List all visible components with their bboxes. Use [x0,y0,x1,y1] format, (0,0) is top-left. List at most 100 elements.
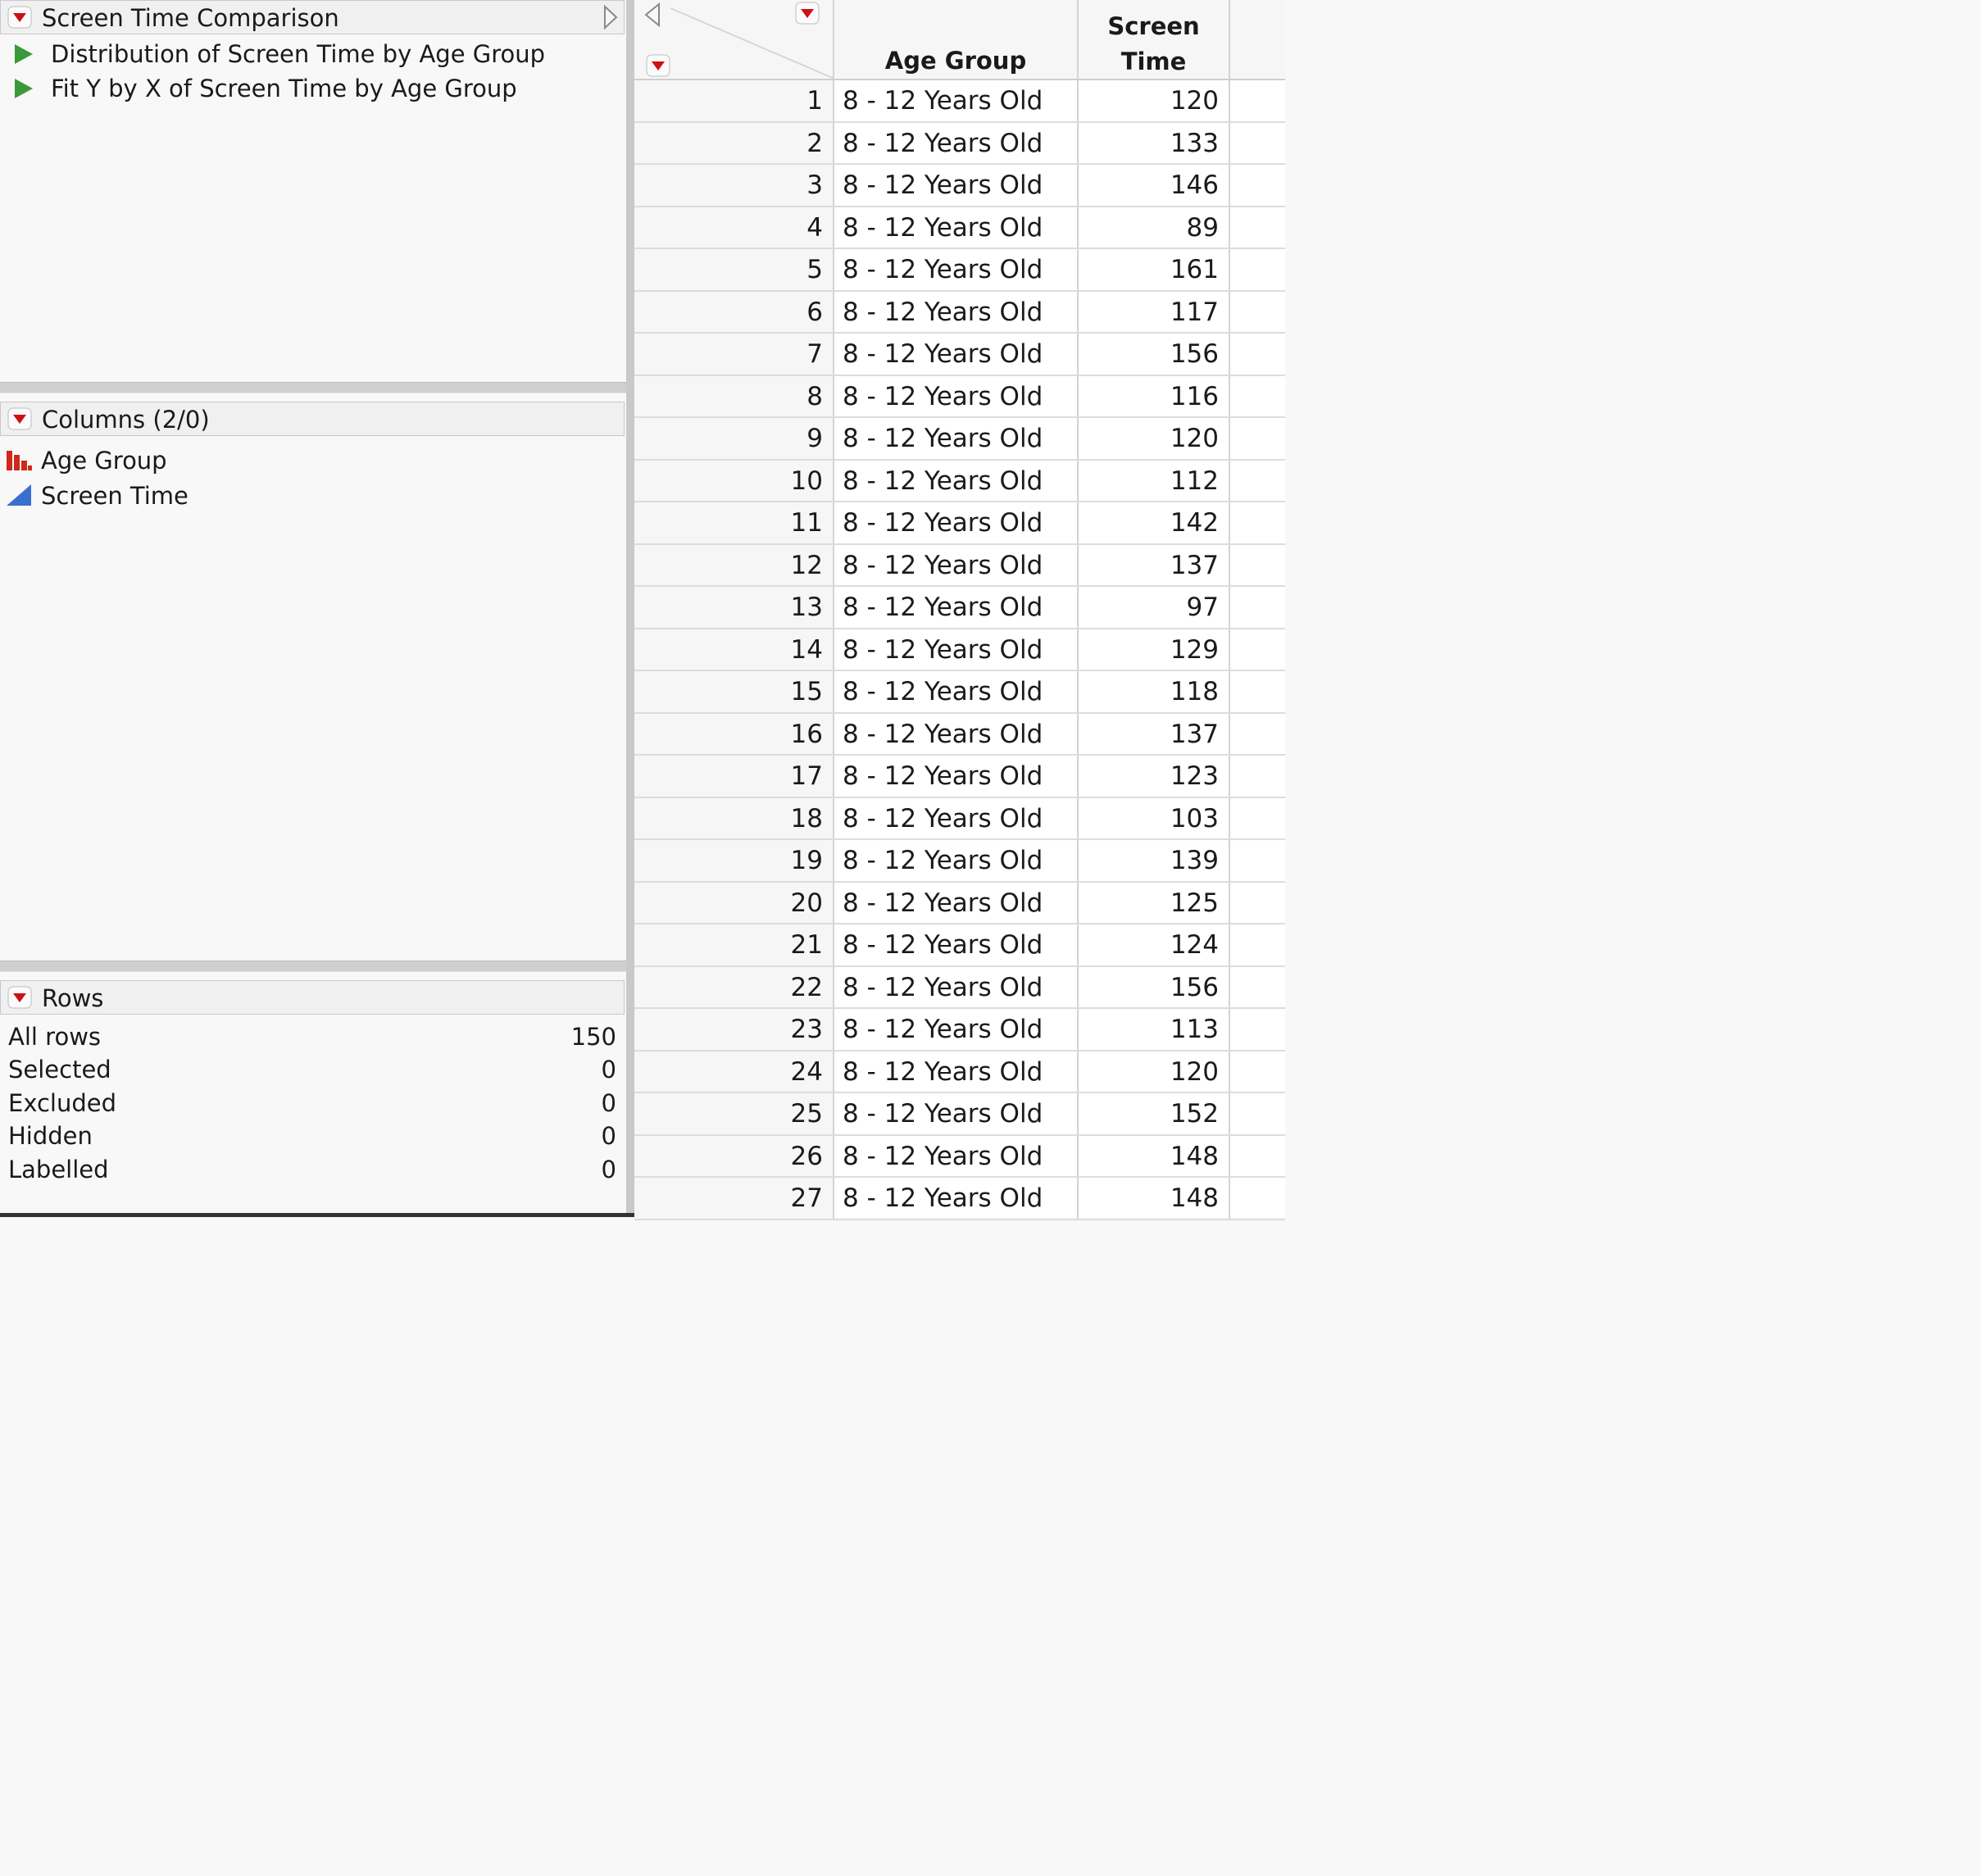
cell-screen-time[interactable]: 89 [1079,207,1230,248]
table-row[interactable]: 20 8 - 12 Years Old 125 [634,882,1285,924]
cell-age-group[interactable]: 8 - 12 Years Old [834,629,1079,670]
cell-screen-time[interactable]: 152 [1079,1093,1230,1134]
table-row[interactable]: 12 8 - 12 Years Old 137 [634,544,1285,587]
cell-screen-time[interactable]: 123 [1079,756,1230,797]
row-number[interactable]: 8 [634,375,834,416]
cell-screen-time[interactable]: 97 [1079,587,1230,628]
table-row[interactable]: 28 - 12 Years Old 133 [634,122,1285,165]
cell-age-group[interactable]: 8 - 12 Years Old [834,291,1079,332]
table-row[interactable]: 18 8 - 12 Years Old 103 [634,797,1285,840]
cell-age-group[interactable]: 8 - 12 Years Old [834,1009,1079,1050]
cell-screen-time[interactable]: 156 [1079,966,1230,1007]
columns-menu-red-triangle-icon[interactable] [7,407,32,430]
column-header-screen-time[interactable]: Screen Time [1079,0,1230,80]
table-menu-red-triangle-icon[interactable] [7,6,32,29]
cell-screen-time[interactable]: 120 [1079,80,1230,121]
panel-divider[interactable] [626,0,634,1217]
cell-screen-time[interactable]: 133 [1079,122,1230,163]
cell-screen-time[interactable]: 118 [1079,671,1230,712]
cell-screen-time[interactable]: 129 [1079,629,1230,670]
cell-screen-time[interactable]: 112 [1079,460,1230,501]
run-script-icon[interactable] [11,43,34,66]
cell-age-group[interactable]: 8 - 12 Years Old [834,840,1079,881]
cell-screen-time[interactable]: 120 [1079,1051,1230,1092]
cell-age-group[interactable]: 8 - 12 Years Old [834,756,1079,797]
row-number[interactable]: 21 [634,924,834,965]
cell-screen-time[interactable]: 137 [1079,713,1230,754]
cell-age-group[interactable]: 8 - 12 Years Old [834,587,1079,628]
columns-select-red-triangle-icon[interactable] [795,2,820,25]
cell-age-group[interactable]: 8 - 12 Years Old [834,1178,1079,1219]
column-header-age-group[interactable]: Age Group [834,0,1079,80]
cell-age-group[interactable]: 8 - 12 Years Old [834,1135,1079,1176]
table-row[interactable]: 11 8 - 12 Years Old 142 [634,502,1285,545]
rows-menu-red-triangle-icon[interactable] [7,986,32,1009]
cell-screen-time[interactable]: 124 [1079,924,1230,965]
row-number[interactable]: 4 [634,207,834,248]
cell-screen-time[interactable]: 125 [1079,882,1230,923]
row-number[interactable]: 11 [634,502,834,543]
cell-age-group[interactable]: 8 - 12 Years Old [834,418,1079,459]
cell-screen-time[interactable]: 142 [1079,502,1230,543]
table-row[interactable]: 10 8 - 12 Years Old 112 [634,460,1285,502]
cell-age-group[interactable]: 8 - 12 Years Old [834,544,1079,585]
table-row[interactable]: 13 8 - 12 Years Old 97 [634,587,1285,629]
row-number[interactable]: 19 [634,840,834,881]
row-number[interactable]: 26 [634,1135,834,1176]
row-header-corner[interactable] [634,0,834,80]
cell-screen-time[interactable]: 146 [1079,165,1230,206]
cell-screen-time[interactable]: 117 [1079,291,1230,332]
panel-splitter[interactable] [0,382,626,393]
cell-age-group[interactable]: 8 - 12 Years Old [834,502,1079,543]
cell-age-group[interactable]: 8 - 12 Years Old [834,1093,1079,1134]
cell-age-group[interactable]: 8 - 12 Years Old [834,375,1079,416]
row-number[interactable]: 1 [634,80,834,121]
row-number[interactable]: 18 [634,797,834,838]
cell-screen-time[interactable]: 156 [1079,334,1230,375]
cell-screen-time[interactable]: 148 [1079,1178,1230,1219]
table-row[interactable]: 38 - 12 Years Old 146 [634,165,1285,207]
table-row[interactable]: 58 - 12 Years Old 161 [634,249,1285,292]
table-row[interactable]: 14 8 - 12 Years Old 129 [634,629,1285,671]
table-row[interactable]: 22 8 - 12 Years Old 156 [634,966,1285,1009]
table-row[interactable]: 24 8 - 12 Years Old 120 [634,1051,1285,1093]
table-row[interactable]: 15 8 - 12 Years Old 118 [634,671,1285,714]
row-number[interactable]: 14 [634,629,834,670]
cell-screen-time[interactable]: 139 [1079,840,1230,881]
row-number[interactable]: 27 [634,1178,834,1219]
cell-age-group[interactable]: 8 - 12 Years Old [834,966,1079,1007]
cell-screen-time[interactable]: 148 [1079,1135,1230,1176]
cell-age-group[interactable]: 8 - 12 Years Old [834,797,1079,838]
cell-age-group[interactable]: 8 - 12 Years Old [834,460,1079,501]
row-number[interactable]: 2 [634,122,834,163]
row-number[interactable]: 10 [634,460,834,501]
columns-panel-header[interactable]: Columns (2/0) [0,402,625,436]
cell-age-group[interactable]: 8 - 12 Years Old [834,334,1079,375]
cell-age-group[interactable]: 8 - 12 Years Old [834,207,1079,248]
row-number[interactable]: 22 [634,966,834,1007]
cell-screen-time[interactable]: 103 [1079,797,1230,838]
row-number[interactable]: 13 [634,587,834,628]
cell-age-group[interactable]: 8 - 12 Years Old [834,165,1079,206]
row-number[interactable]: 7 [634,334,834,375]
row-number[interactable]: 20 [634,882,834,923]
row-number[interactable]: 24 [634,1051,834,1092]
table-row[interactable]: 21 8 - 12 Years Old 124 [634,924,1285,967]
panel-splitter[interactable] [0,961,626,972]
table-row[interactable]: 25 8 - 12 Years Old 152 [634,1093,1285,1136]
table-row[interactable]: 19 8 - 12 Years Old 139 [634,840,1285,883]
cell-age-group[interactable]: 8 - 12 Years Old [834,1051,1079,1092]
row-number[interactable]: 16 [634,713,834,754]
table-row[interactable]: 68 - 12 Years Old 117 [634,291,1285,334]
table-row[interactable]: 48 - 12 Years Old 89 [634,207,1285,249]
cell-screen-time[interactable]: 113 [1079,1009,1230,1050]
run-script-icon[interactable] [11,77,34,100]
table-row[interactable]: 17 8 - 12 Years Old 123 [634,756,1285,798]
row-number[interactable]: 6 [634,291,834,332]
row-number[interactable]: 23 [634,1009,834,1050]
cell-age-group[interactable]: 8 - 12 Years Old [834,924,1079,965]
collapse-panel-arrow-icon[interactable] [602,4,620,30]
cell-age-group[interactable]: 8 - 12 Years Old [834,249,1079,290]
row-number[interactable]: 17 [634,756,834,797]
row-number[interactable]: 9 [634,418,834,459]
